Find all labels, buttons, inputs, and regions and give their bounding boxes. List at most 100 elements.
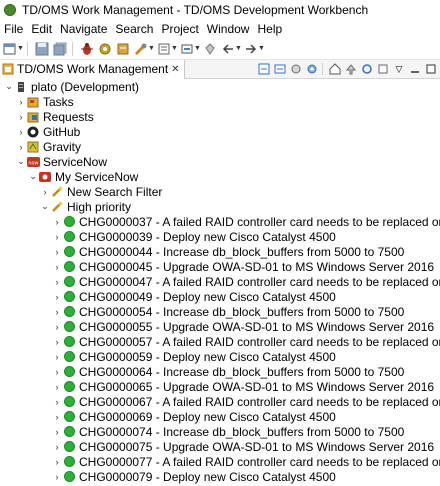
collapsed-icon[interactable]: › [52, 259, 62, 274]
new-icon[interactable] [2, 41, 18, 57]
forward-icon[interactable] [243, 41, 259, 57]
change-row[interactable]: › CHG0000075 - Upgrade OWA-SD-01 to MS Wi… [0, 439, 440, 454]
collapsed-icon[interactable]: › [52, 214, 62, 229]
collapsed-icon[interactable]: › [52, 334, 62, 349]
view-menu-icon[interactable]: ▽ [392, 61, 406, 77]
change-row[interactable]: › CHG0000037 - A failed RAID controller c… [0, 214, 440, 229]
collapsed-icon[interactable]: › [52, 439, 62, 454]
collapsed-icon[interactable]: › [52, 469, 62, 484]
history-dropdown-icon[interactable]: ▼ [171, 45, 178, 52]
collapsed-icon[interactable]: › [16, 124, 26, 139]
settings-icon[interactable] [305, 61, 319, 77]
server-icon[interactable] [115, 41, 131, 57]
tools-dropdown-icon[interactable]: ▼ [148, 45, 155, 52]
tree-node-high-priority[interactable]: ⌄ High priority [0, 199, 440, 214]
collapsed-icon[interactable]: › [52, 394, 62, 409]
change-row[interactable]: › CHG0000054 - Increase db_block_buffers … [0, 304, 440, 319]
change-status-icon [62, 320, 76, 334]
tree-node-requests[interactable]: › Requests [0, 109, 440, 124]
collapsed-icon[interactable]: › [52, 364, 62, 379]
pin-icon[interactable] [202, 41, 218, 57]
collapsed-icon[interactable]: › [52, 379, 62, 394]
back-dropdown-icon[interactable]: ▼ [235, 45, 242, 52]
sync-icon[interactable] [376, 61, 390, 77]
change-row[interactable]: › CHG0000055 - Upgrade OWA-SD-01 to MS Wi… [0, 319, 440, 334]
back-icon[interactable] [220, 41, 236, 57]
change-row[interactable]: › CHG0000077 - A failed RAID controller c… [0, 454, 440, 469]
collapsed-icon[interactable]: › [52, 409, 62, 424]
change-row[interactable]: › CHG0000074 - Increase db_block_buffers … [0, 424, 440, 439]
tree-node-my-servicenow[interactable]: ⌄ My ServiceNow [0, 169, 440, 184]
change-row[interactable]: › CHG0000047 - A failed RAID controller c… [0, 274, 440, 289]
change-row[interactable]: › CHG0000079 - Deploy new Cisco Catalyst … [0, 469, 440, 484]
menu-search[interactable]: Search [111, 22, 157, 36]
minimize-icon[interactable] [408, 61, 422, 77]
change-label: CHG0000067 - A failed RAID controller ca… [79, 394, 440, 409]
link-editor-icon[interactable] [273, 61, 287, 77]
change-label: CHG0000045 - Upgrade OWA-SD-01 to MS Win… [79, 259, 435, 274]
collapse-all-icon[interactable] [257, 61, 271, 77]
new-dropdown-icon[interactable]: ▼ [17, 45, 24, 52]
change-label: CHG0000039 - Deploy new Cisco Catalyst 4… [79, 229, 336, 244]
collapsed-icon[interactable]: › [52, 424, 62, 439]
tree-node-tasks[interactable]: › Tasks [0, 94, 440, 109]
collapsed-icon[interactable]: › [16, 139, 26, 154]
change-row[interactable]: › CHG0000045 - Upgrade OWA-SD-01 to MS Wi… [0, 259, 440, 274]
tree-node-servicenow[interactable]: ⌄ now ServiceNow [0, 154, 440, 169]
change-row[interactable]: › CHG0000069 - Deploy new Cisco Catalyst … [0, 409, 440, 424]
link-dropdown-icon[interactable]: ▼ [194, 45, 201, 52]
change-row[interactable]: › CHG0000044 - Increase db_block_buffers … [0, 244, 440, 259]
save-all-icon[interactable] [52, 41, 68, 57]
collapsed-icon[interactable]: › [40, 184, 50, 199]
menu-window[interactable]: Window [203, 22, 254, 36]
view-tab-bar: TD/OMS Work Management ✕ ▽ [0, 59, 440, 79]
collapsed-icon[interactable]: › [16, 109, 26, 124]
menu-project[interactable]: Project [157, 22, 202, 36]
change-icon [63, 321, 75, 332]
collapsed-icon[interactable]: › [52, 274, 62, 289]
menu-file[interactable]: File [0, 22, 27, 36]
tab-work-management[interactable]: TD/OMS Work Management ✕ [0, 59, 185, 79]
change-row[interactable]: › CHG0000057 - A failed RAID controller c… [0, 334, 440, 349]
collapsed-icon[interactable]: › [52, 454, 62, 469]
menu-navigate[interactable]: Navigate [56, 22, 111, 36]
change-icon [63, 396, 75, 407]
gear-run-icon[interactable] [97, 41, 113, 57]
refresh-icon[interactable] [360, 61, 374, 77]
expanded-icon[interactable]: ⌄ [16, 154, 26, 169]
tools-icon[interactable] [133, 41, 149, 57]
change-row[interactable]: › CHG0000067 - A failed RAID controller c… [0, 394, 440, 409]
collapsed-icon[interactable]: › [52, 349, 62, 364]
change-row[interactable]: › CHG0000065 - Upgrade OWA-SD-01 to MS Wi… [0, 379, 440, 394]
maximize-icon[interactable] [424, 61, 438, 77]
tree-node-new-search-filter[interactable]: › New Search Filter [0, 184, 440, 199]
close-icon[interactable]: ✕ [171, 64, 179, 75]
save-icon[interactable] [34, 41, 50, 57]
collapsed-icon[interactable]: › [52, 289, 62, 304]
collapsed-icon[interactable]: › [52, 319, 62, 334]
change-row[interactable]: › CHG0000064 - Increase db_block_buffers … [0, 364, 440, 379]
collapsed-icon[interactable]: › [16, 94, 26, 109]
up-arrow-icon[interactable] [344, 61, 358, 77]
change-row[interactable]: › CHG0000059 - Deploy new Cisco Catalyst … [0, 349, 440, 364]
change-status-icon [62, 215, 76, 229]
expanded-icon[interactable]: ⌄ [4, 79, 14, 94]
filter-icon[interactable] [289, 61, 303, 77]
home-icon[interactable] [328, 61, 342, 77]
forward-dropdown-icon[interactable]: ▼ [258, 45, 265, 52]
history-icon[interactable] [156, 41, 172, 57]
collapsed-icon[interactable]: › [52, 304, 62, 319]
tree-node-gravity[interactable]: › Gravity [0, 139, 440, 154]
debug-icon[interactable] [79, 41, 95, 57]
menu-help[interactable]: Help [253, 22, 286, 36]
change-row[interactable]: › CHG0000049 - Deploy new Cisco Catalyst … [0, 289, 440, 304]
collapsed-icon[interactable]: › [52, 229, 62, 244]
collapsed-icon[interactable]: › [52, 244, 62, 259]
tree-node-root[interactable]: ⌄ plato (Development) [0, 79, 440, 94]
menu-edit[interactable]: Edit [27, 22, 56, 36]
change-row[interactable]: › CHG0000039 - Deploy new Cisco Catalyst … [0, 229, 440, 244]
tree-node-github[interactable]: › GitHub [0, 124, 440, 139]
expanded-icon[interactable]: ⌄ [28, 169, 38, 184]
expanded-icon[interactable]: ⌄ [40, 199, 50, 214]
link-icon[interactable] [179, 41, 195, 57]
